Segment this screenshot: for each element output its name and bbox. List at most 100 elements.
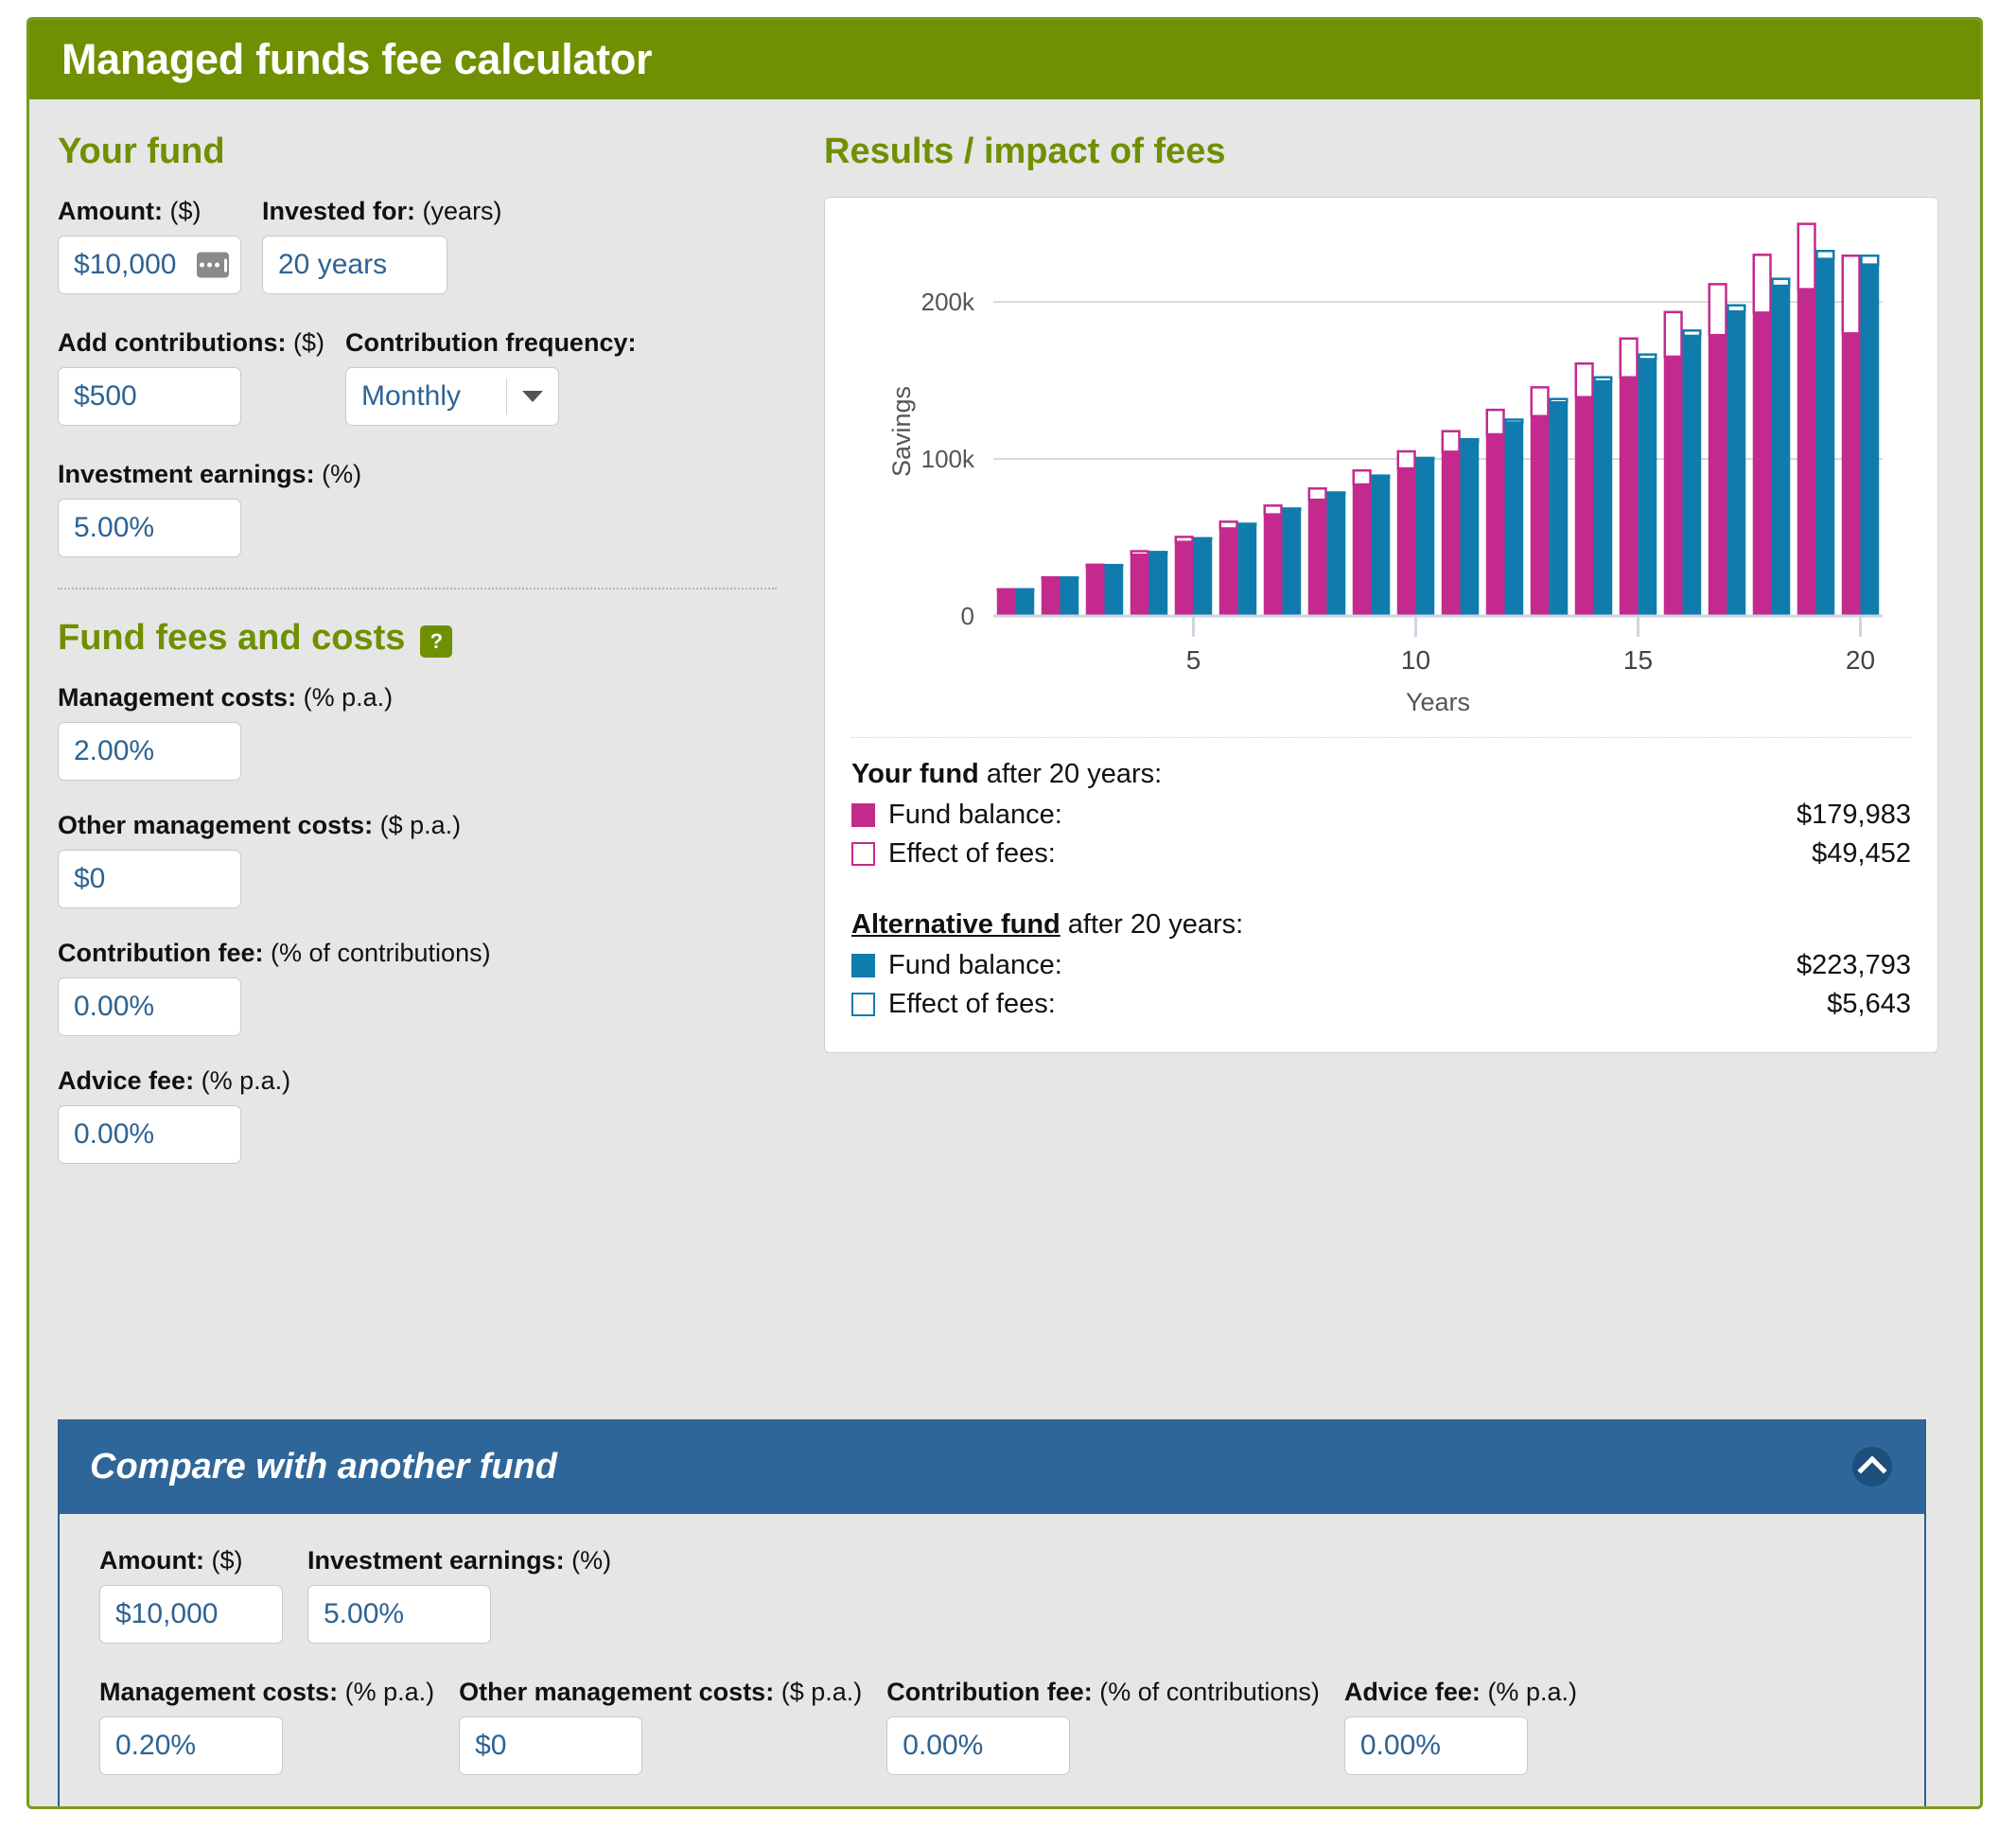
result-row-your-balance: Fund balance: $179,983	[851, 800, 1911, 831]
ellipsis-dot	[206, 262, 212, 268]
compare-amount-input-value: $10,000	[115, 1598, 219, 1629]
compare-earnings-input[interactable]: 5.00%	[307, 1585, 491, 1644]
compare-management-costs-label-text: Management costs:	[99, 1678, 339, 1706]
add-contributions-field-group: Add contributions: ($) $500	[58, 328, 324, 426]
management-costs-field-group: Management costs: (% p.a.) 2.00%	[58, 683, 393, 781]
other-management-costs-input[interactable]: $0	[58, 850, 241, 908]
compare-earnings-label-text: Investment earnings:	[307, 1546, 565, 1575]
add-contributions-input-value: $500	[74, 380, 137, 412]
compare-advice-fee-label: Advice fee: (% p.a.)	[1344, 1678, 1577, 1707]
contribution-fee-label: Contribution fee: (% of contributions)	[58, 939, 491, 968]
compare-earnings-label-unit: (%)	[571, 1546, 612, 1575]
ellipsis-icon[interactable]	[197, 252, 229, 278]
results-separator	[851, 737, 1911, 738]
investment-earnings-label-text: Investment earnings:	[58, 460, 315, 488]
compare-other-costs-field-group: Other management costs: ($ p.a.) $0	[459, 1678, 862, 1775]
investment-earnings-field-group: Investment earnings: (%) 5.00%	[58, 460, 361, 557]
compare-panel-header[interactable]: Compare with another fund	[60, 1419, 1924, 1514]
svg-text:100k: 100k	[921, 445, 975, 473]
advice-fee-input[interactable]: 0.00%	[58, 1105, 241, 1164]
compare-contribution-fee-label-unit: (% of contributions)	[1099, 1678, 1320, 1706]
compare-top-row: Amount: ($) $10,000 Investment earnings:…	[99, 1546, 1924, 1644]
compare-panel-title: Compare with another fund	[90, 1446, 557, 1487]
management-costs-row: Management costs: (% p.a.) 2.00%	[58, 683, 805, 781]
other-management-costs-label-text: Other management costs:	[58, 811, 374, 839]
compare-other-costs-input[interactable]: $0	[459, 1716, 643, 1775]
compare-panel: Compare with another fund Amount: ($) $1…	[58, 1419, 1926, 1806]
investment-earnings-label: Investment earnings: (%)	[58, 460, 361, 489]
contribution-frequency-label: Contribution frequency:	[345, 328, 636, 358]
invested-for-field-group: Invested for: (years) 20 years	[262, 197, 502, 294]
compare-amount-label-unit: ($)	[211, 1546, 243, 1575]
compare-advice-fee-label-unit: (% p.a.)	[1487, 1678, 1577, 1706]
contribution-fee-row: Contribution fee: (% of contributions) 0…	[58, 939, 805, 1036]
your-fund-results-title: Your fund after 20 years:	[851, 759, 1911, 790]
advice-fee-label-unit: (% p.a.)	[201, 1066, 291, 1095]
help-icon[interactable]: ?	[420, 625, 453, 658]
compare-panel-body: Amount: ($) $10,000 Investment earnings:…	[60, 1514, 1924, 1806]
compare-amount-label: Amount: ($)	[99, 1546, 283, 1575]
svg-text:Years: Years	[1406, 688, 1470, 711]
compare-other-costs-label-text: Other management costs:	[459, 1678, 775, 1706]
other-management-costs-field-group: Other management costs: ($ p.a.) $0	[58, 811, 461, 908]
compare-other-costs-label-unit: ($ p.a.)	[780, 1678, 863, 1706]
compare-amount-field-group: Amount: ($) $10,000	[99, 1546, 283, 1644]
compare-advice-fee-label-text: Advice fee:	[1343, 1678, 1481, 1706]
amount-label: Amount: ($)	[58, 197, 241, 226]
compare-management-costs-input[interactable]: 0.20%	[99, 1716, 283, 1775]
advice-fee-row: Advice fee: (% p.a.) 0.00%	[58, 1066, 805, 1164]
other-management-costs-row: Other management costs: ($ p.a.) $0	[58, 811, 805, 908]
contribution-fee-input[interactable]: 0.00%	[58, 977, 241, 1036]
management-costs-label-text: Management costs:	[58, 683, 297, 712]
result-value: $5,643	[1827, 989, 1911, 1019]
compare-other-costs-input-value: $0	[475, 1730, 507, 1761]
compare-contribution-fee-label-text: Contribution fee:	[886, 1678, 1093, 1706]
compare-fees-row: Management costs: (% p.a.) 0.20% Other m…	[99, 1678, 1924, 1775]
management-costs-input[interactable]: 2.00%	[58, 722, 241, 781]
compare-contribution-fee-input-value: 0.00%	[903, 1730, 984, 1761]
chart-svg: 0 100k 200k 5 10 15 20 Years Savings	[887, 222, 1883, 711]
investment-earnings-row: Investment earnings: (%) 5.00%	[58, 460, 805, 557]
fund-fees-heading-label: Fund fees and costs	[58, 618, 406, 658]
compare-contribution-fee-label: Contribution fee: (% of contributions)	[886, 1678, 1320, 1707]
amount-input-value: $10,000	[74, 249, 177, 280]
compare-contribution-fee-input[interactable]: 0.00%	[886, 1716, 1071, 1775]
section-divider	[58, 588, 777, 589]
result-row-alt-balance: Fund balance: $223,793	[851, 950, 1911, 981]
other-management-costs-label: Other management costs: ($ p.a.)	[58, 811, 461, 840]
invested-for-input[interactable]: 20 years	[262, 236, 447, 294]
your-fund-heading-label: Your fund	[58, 132, 225, 171]
compare-contribution-fee-field-group: Contribution fee: (% of contributions) 0…	[886, 1678, 1320, 1775]
svg-text:0: 0	[961, 602, 974, 630]
investment-earnings-input[interactable]: 5.00%	[58, 499, 241, 557]
pink-filled-swatch-icon	[851, 803, 875, 827]
contribution-frequency-select[interactable]: Monthly	[344, 367, 559, 426]
result-label: Effect of fees:	[888, 989, 1056, 1019]
results-heading-label: Results / impact of fees	[824, 132, 1226, 171]
svg-text:15: 15	[1623, 645, 1653, 675]
alt-fund-results-title: Alternative fund after 20 years:	[851, 909, 1911, 941]
advice-fee-label: Advice fee: (% p.a.)	[58, 1066, 290, 1096]
contribution-frequency-field-group: Contribution frequency: Monthly	[344, 328, 636, 426]
chevron-up-icon[interactable]	[1852, 1447, 1892, 1487]
amount-input[interactable]: $10,000	[58, 236, 241, 294]
result-row-your-fees: Effect of fees: $49,452	[851, 838, 1911, 870]
add-contributions-input[interactable]: $500	[58, 367, 241, 426]
results-spacer	[851, 877, 1911, 909]
compare-management-costs-input-value: 0.20%	[115, 1730, 197, 1761]
result-value: $179,983	[1797, 800, 1911, 830]
ellipsis-dot	[199, 262, 204, 268]
add-contributions-label-text: Add contributions:	[58, 328, 287, 357]
management-costs-input-value: 2.00%	[74, 735, 155, 766]
pink-outline-swatch-icon	[851, 842, 875, 866]
chevron-down-icon[interactable]	[521, 391, 543, 402]
result-label: Fund balance:	[888, 950, 1062, 980]
compare-advice-fee-input[interactable]: 0.00%	[1343, 1716, 1528, 1775]
your-fund-results-title-bold: Your fund	[851, 759, 979, 789]
alt-fund-results-title-bold: Alternative fund	[851, 909, 1061, 940]
result-value: $223,793	[1797, 950, 1911, 980]
compare-advice-fee-input-value: 0.00%	[1359, 1730, 1441, 1761]
contributions-row: Add contributions: ($) $500 Contribution…	[58, 328, 805, 426]
compare-amount-input[interactable]: $10,000	[99, 1585, 283, 1644]
invested-for-label: Invested for: (years)	[262, 197, 502, 226]
